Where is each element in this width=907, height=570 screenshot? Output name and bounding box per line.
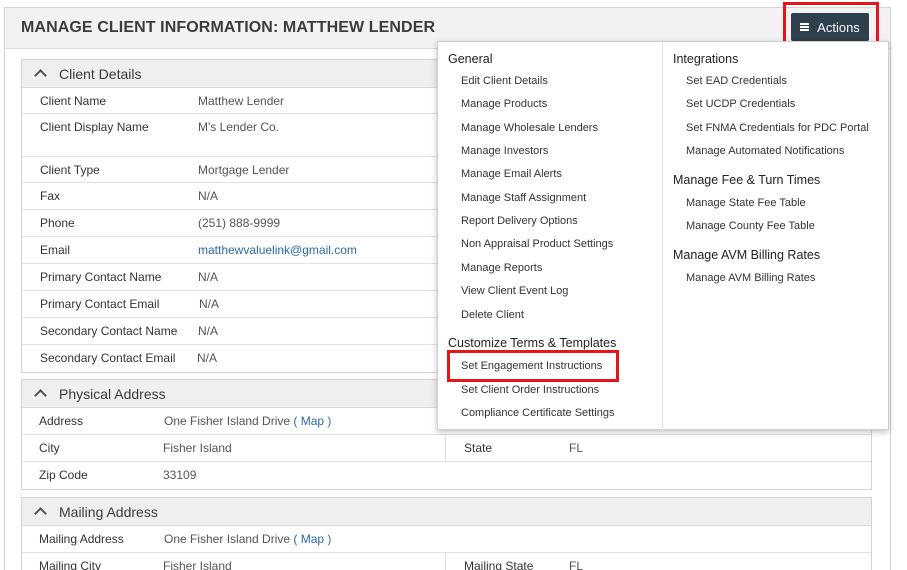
detail-value: N/A [198,270,219,284]
menu-heading-customize-terms: Customize Terms & Templates [448,336,617,350]
actions-label: Actions [817,19,860,35]
detail-label: Client Type [40,163,100,177]
menu-item-set-fnma-credentials[interactable]: Set FNMA Credentials for PDC Portal [686,122,869,134]
menu-heading-general: General [448,52,493,66]
menu-icon [800,23,810,31]
chevron-up-icon[interactable] [34,389,47,402]
state-label: State [464,441,493,455]
menu-item-set-ucdp-credentials[interactable]: Set UCDP Credentials [686,98,795,110]
menu-item-report-delivery-options[interactable]: Report Delivery Options [461,215,578,227]
mailing-address-value: One Fisher Island Drive ( Map ) [164,526,331,552]
chevron-up-icon[interactable] [34,69,47,82]
detail-value: Matthew Lender [198,94,285,108]
menu-heading-integrations: Integrations [673,52,739,66]
mailing-city-value: Fisher Island [163,553,446,570]
chevron-up-icon[interactable] [34,507,47,520]
actions-button[interactable]: Actions [791,13,869,41]
menu-item-manage-avm-billing-rates[interactable]: Manage AVM Billing Rates [686,272,815,284]
menu-item-manage-wholesale-lenders[interactable]: Manage Wholesale Lenders [461,122,598,134]
detail-label: Email [40,243,71,257]
city-label: City [39,441,60,455]
menu-item-set-ead-credentials[interactable]: Set EAD Credentials [686,75,787,87]
mailing-city-state-row: Mailing City Fisher Island Mailing State… [22,553,871,570]
menu-item-set-client-order-instructions[interactable]: Set Client Order Instructions [461,384,599,396]
section-title: Physical Address [59,385,166,402]
paren-open: ( [293,532,298,546]
address-label: Address [39,414,84,428]
menu-item-manage-reports[interactable]: Manage Reports [461,262,542,274]
menu-item-set-engagement-instructions[interactable]: Set Engagement Instructions [461,360,602,372]
menu-item-manage-staff-assignment[interactable]: Manage Staff Assignment [461,192,586,204]
menu-item-edit-client-details[interactable]: Edit Client Details [461,75,548,87]
menu-heading-fee-turn-times: Manage Fee & Turn Times [673,173,821,187]
detail-value: N/A [198,189,219,203]
menu-item-non-appraisal-product-settings[interactable]: Non Appraisal Product Settings [461,238,613,250]
paren-close: ) [327,414,332,428]
page-title: MANAGE CLIENT INFORMATION: MATTHEW LENDE… [21,19,436,36]
menu-item-manage-automated-notifications[interactable]: Manage Automated Notifications [686,145,844,157]
menu-item-compliance-certificate-settings[interactable]: Compliance Certificate Settings [461,407,614,419]
mailing-state-label: Mailing State [464,559,534,570]
map-link[interactable]: Map [301,414,324,428]
menu-divider [662,42,663,431]
paren-close: ) [327,532,332,546]
address-value: One Fisher Island Drive ( Map ) [164,408,331,434]
detail-label: Primary Contact Name [40,270,162,284]
city-value: Fisher Island [163,435,446,461]
detail-label: Primary Contact Email [40,297,160,311]
mailing-state-value: FL [569,559,584,570]
section-title: Client Details [59,65,142,82]
zip-row: Zip Code 33109 [22,462,871,489]
menu-item-manage-investors[interactable]: Manage Investors [461,145,548,157]
menu-heading-avm-billing: Manage AVM Billing Rates [673,248,821,262]
mailing-address-section: Mailing Address Mailing Address One Fish… [21,497,872,570]
menu-item-manage-email-alerts[interactable]: Manage Email Alerts [461,168,562,180]
city-state-row: City Fisher Island State FL [22,435,871,462]
section-title: Mailing Address [59,503,158,520]
mailing-address-label: Mailing Address [39,532,124,546]
detail-value: N/A [199,297,220,311]
address-text: One Fisher Island Drive [164,532,291,546]
email-link[interactable]: matthewvaluelink@gmail.com [198,237,357,263]
mailing-address-header[interactable]: Mailing Address [22,498,871,526]
menu-item-delete-client[interactable]: Delete Client [461,309,524,321]
map-link[interactable]: Map [301,532,324,546]
detail-label: Client Display Name [40,120,149,134]
detail-value: N/A [197,351,218,365]
detail-label: Secondary Contact Name [40,324,178,338]
mailing-address-row: Mailing Address One Fisher Island Drive … [22,526,871,553]
menu-item-manage-county-fee-table[interactable]: Manage County Fee Table [686,220,815,232]
mailing-city-label: Mailing City [39,559,102,570]
menu-item-view-client-event-log[interactable]: View Client Event Log [461,285,568,297]
detail-label: Phone [40,216,75,230]
paren-open: ( [293,414,298,428]
detail-value: Mortgage Lender [198,163,290,177]
menu-item-manage-state-fee-table[interactable]: Manage State Fee Table [686,197,806,209]
address-text: One Fisher Island Drive [164,414,291,428]
detail-label: Client Name [40,94,107,108]
detail-label: Fax [40,189,61,203]
detail-label: Secondary Contact Email [40,351,176,365]
zip-label: Zip Code [39,468,88,482]
zip-value: 33109 [163,468,197,482]
state-value: FL [569,441,584,455]
detail-value: N/A [198,324,219,338]
menu-item-manage-products[interactable]: Manage Products [461,98,547,110]
actions-menu: General Edit Client Details Manage Produ… [437,41,889,431]
detail-value: (251) 888-9999 [198,216,281,230]
detail-value: M's Lender Co. [198,120,279,134]
